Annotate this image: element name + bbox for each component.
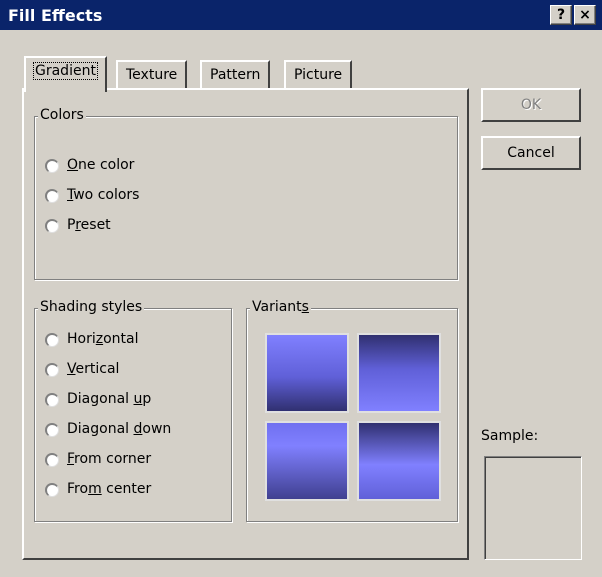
variant-swatch-2[interactable] — [357, 333, 441, 413]
radio-circle[interactable] — [45, 393, 59, 407]
radio-vertical-label: Vertical — [67, 361, 120, 377]
tab-texture-label: Texture — [126, 67, 178, 83]
variants-legend: Variants — [250, 299, 311, 315]
radio-circle[interactable] — [45, 159, 59, 173]
ok-button[interactable]: OK — [481, 88, 581, 122]
tab-gradient[interactable]: Gradient — [24, 56, 107, 92]
variant-swatch-1[interactable] — [265, 333, 349, 413]
radio-diagonal-up-label: Diagonal up — [67, 391, 152, 407]
radio-from-corner-label: From corner — [67, 451, 152, 467]
radio-circle[interactable] — [45, 363, 59, 377]
radio-preset-label: Preset — [67, 217, 111, 233]
sample-label: Sample: — [481, 428, 539, 444]
radio-circle[interactable] — [45, 333, 59, 347]
shading-styles-group: Shading styles Horizontal Vertical Diago… — [34, 299, 232, 522]
shading-styles-legend: Shading styles — [38, 299, 145, 315]
radio-circle[interactable] — [45, 453, 59, 467]
cancel-button[interactable]: Cancel — [481, 136, 581, 170]
tab-texture[interactable]: Texture — [116, 60, 188, 90]
radio-circle[interactable] — [45, 423, 59, 437]
radio-circle[interactable] — [45, 219, 59, 233]
tab-pattern-label: Pattern — [210, 67, 261, 83]
radio-circle[interactable] — [45, 483, 59, 497]
colors-group: Colors One color Two colors Preset — [34, 107, 458, 280]
gradient-tab-panel: Colors One color Two colors Preset Shadi… — [22, 88, 469, 560]
radio-two-colors-label: Two colors — [67, 187, 140, 203]
help-button[interactable]: ? — [550, 5, 572, 25]
sample-preview — [484, 456, 582, 560]
radio-horizontal-label: Horizontal — [67, 331, 139, 347]
tab-picture-label: Picture — [294, 67, 343, 83]
radio-from-center-label: From center — [67, 481, 152, 497]
tab-pattern[interactable]: Pattern — [200, 60, 271, 90]
variant-swatch-3[interactable] — [265, 421, 349, 501]
variants-group: Variants — [246, 299, 458, 522]
variant-swatch-4[interactable] — [357, 421, 441, 501]
window-title: Fill Effects — [8, 6, 103, 25]
variant-swatch-grid — [265, 333, 443, 505]
radio-one-color-label: One color — [67, 157, 135, 173]
radio-circle[interactable] — [45, 189, 59, 203]
tab-picture[interactable]: Picture — [284, 60, 353, 90]
colors-group-legend: Colors — [38, 107, 86, 123]
close-button[interactable]: × — [574, 5, 596, 25]
title-bar: Fill Effects ? × — [0, 0, 602, 30]
tab-gradient-label: Gradient — [33, 62, 98, 80]
radio-diagonal-down-label: Diagonal down — [67, 421, 172, 437]
